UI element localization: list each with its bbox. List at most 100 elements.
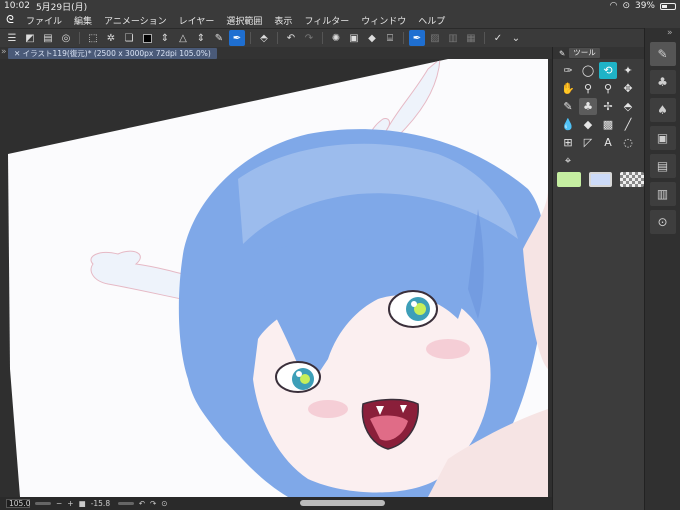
loading-icon[interactable]: ✺: [328, 30, 344, 46]
rotate-right-icon[interactable]: ↷: [150, 499, 156, 508]
menu-layer[interactable]: レイヤー: [173, 14, 221, 27]
sparkle-tool-button[interactable]: ✦: [619, 62, 637, 79]
pen-tool-button[interactable]: ✑: [559, 62, 577, 79]
gradient-tool-button[interactable]: ▩: [599, 116, 617, 133]
rotate-left-icon[interactable]: ↶: [139, 499, 145, 508]
status-bar: 10:02 5月29日(月) ◠ ⊙ 39%: [0, 0, 680, 13]
balloon-tool-button[interactable]: ◌: [619, 134, 637, 151]
app-window: 10:02 5月29日(月) ◠ ⊙ 39% ᘓ ファイル 編集 アニメーション…: [0, 0, 680, 510]
zoom-value[interactable]: 105.0: [6, 499, 30, 508]
chevron-right-icon[interactable]: »: [667, 28, 673, 38]
dock-brush-size-icon[interactable]: ♣: [649, 70, 676, 94]
companion-icon[interactable]: ◎: [58, 30, 74, 46]
status-date: 5月29日(月): [35, 2, 88, 13]
pen-quick-icon[interactable]: ✒: [409, 30, 425, 46]
canvas-status-bar: 105.0 − + ■ -15.8 ↶ ↷ ⊙: [0, 497, 552, 510]
eyedropper-tool-button[interactable]: ✎: [559, 98, 577, 115]
rotation-slider[interactable]: [117, 502, 134, 505]
horizontal-scrollbar[interactable]: [300, 500, 385, 506]
status-indicators: ◠ ⊙ 39%: [610, 1, 676, 11]
stepper-icon[interactable]: ⇕: [157, 30, 173, 46]
new-layer-icon[interactable]: ❏: [121, 30, 137, 46]
magic-wand-tool-button[interactable]: ⚲: [579, 80, 597, 97]
stepper-icon-2[interactable]: ⇕: [193, 30, 209, 46]
dock-layer-icon[interactable]: ▤: [649, 154, 676, 178]
layer-option-icon[interactable]: ▨: [427, 30, 443, 46]
triangle-ruler-icon[interactable]: △: [175, 30, 191, 46]
canvas-area[interactable]: [0, 59, 552, 497]
menu-selection[interactable]: 選択範囲: [220, 14, 268, 27]
auto-select-tool-button[interactable]: ⟲: [599, 62, 617, 79]
document-tab[interactable]: ✕ イラスト119(復元)* (2500 x 3000px 72dpi 105.…: [8, 48, 217, 59]
zoom-in-icon[interactable]: +: [67, 499, 73, 508]
sub-color-swatch[interactable]: [588, 172, 613, 187]
eraser-tool-button[interactable]: ⬘: [619, 98, 637, 115]
clip-icon[interactable]: ▥: [445, 30, 461, 46]
transform-icon[interactable]: ⌸: [382, 30, 398, 46]
battery-icon: [660, 2, 676, 10]
zoom-out-icon[interactable]: −: [56, 499, 62, 508]
text-tool-button[interactable]: A: [599, 134, 617, 151]
chevron-down-icon[interactable]: ⌄: [508, 30, 524, 46]
auto-action-icon[interactable]: ✲: [103, 30, 119, 46]
pen-tool-icon[interactable]: ✒: [229, 30, 245, 46]
right-dock: » ✎ ♣ ♠ ▣ ▤ ▥ ⊙: [644, 28, 680, 510]
dock-color-icon[interactable]: ♠: [649, 98, 676, 122]
lasso-tool-button[interactable]: ◯: [579, 62, 597, 79]
fill-tool-button[interactable]: ◆: [579, 116, 597, 133]
zoom-slider[interactable]: [35, 502, 51, 505]
menu-bar: ᘓ ファイル 編集 アニメーション レイヤー 選択範囲 表示 フィルター ウィン…: [0, 12, 680, 28]
hand-tool-button[interactable]: ✋: [559, 80, 577, 97]
dock-layer-property-icon[interactable]: ▣: [649, 126, 676, 150]
color-swatch-icon[interactable]: [139, 30, 155, 46]
layer-icon[interactable]: ▣: [346, 30, 362, 46]
menu-window[interactable]: ウィンドウ: [355, 14, 412, 27]
chevron-right-icon[interactable]: »: [1, 47, 7, 57]
rotation-angle-value[interactable]: -15.8: [91, 499, 113, 508]
hamburger-menu-icon[interactable]: ☰: [4, 30, 20, 46]
rotation-lock-icon: ⊙: [622, 1, 630, 11]
menu-help[interactable]: ヘルプ: [412, 14, 451, 27]
wifi-icon: ◠: [609, 1, 618, 11]
menu-filter[interactable]: フィルター: [298, 14, 355, 27]
reference-icon[interactable]: ▦: [463, 30, 479, 46]
battery-fill: [662, 4, 667, 8]
app-logo-icon[interactable]: ᘓ: [0, 13, 20, 27]
canvas-rotate-icon[interactable]: ◩: [22, 30, 38, 46]
menu-file[interactable]: ファイル: [20, 14, 68, 27]
move-tool-button[interactable]: ✥: [619, 80, 637, 97]
rotate-reset-icon[interactable]: ■: [79, 499, 86, 508]
line-tool-button[interactable]: ╱: [619, 116, 637, 133]
menu-view[interactable]: 表示: [268, 14, 298, 27]
brush-icon: ✎: [559, 48, 566, 58]
frame-tool-button[interactable]: ⊞: [559, 134, 577, 151]
dock-tool-property-icon[interactable]: ✎: [649, 42, 676, 66]
tool-panel: ✎ ツール ✑ ◯ ⟲ ✦ ✋ ⚲ ⚲ ✥ ✎ ♣ ✢ ⬘ 💧 ◆ ▩ ╱ ⊞ …: [552, 47, 644, 510]
toolbar-divider: [277, 32, 278, 44]
blend-tool-button[interactable]: 💧: [559, 116, 577, 133]
decoration-tool-button[interactable]: ✢: [599, 98, 617, 115]
main-color-swatch[interactable]: [557, 172, 581, 187]
redo-icon[interactable]: ↷: [301, 30, 317, 46]
color-swatches: [553, 169, 644, 187]
eyedropper-icon[interactable]: ✎: [211, 30, 227, 46]
tool-panel-title[interactable]: ツール: [569, 48, 600, 58]
correction-tool-button[interactable]: ⌖: [559, 152, 577, 169]
brush-tool-button[interactable]: ♣: [579, 98, 597, 115]
ruler-tool-button[interactable]: ◸: [579, 134, 597, 151]
checkmark-icon[interactable]: ✓: [490, 30, 506, 46]
fill-icon[interactable]: ◆: [364, 30, 380, 46]
selection-icon[interactable]: ⬚: [85, 30, 101, 46]
menu-edit[interactable]: 編集: [68, 14, 98, 27]
zoom-tool-button[interactable]: ⚲: [599, 80, 617, 97]
menu-animation[interactable]: アニメーション: [98, 14, 173, 27]
dock-material-icon[interactable]: ▥: [649, 182, 676, 206]
eraser-icon[interactable]: ⬘: [256, 30, 272, 46]
current-color-swatch: [142, 33, 152, 43]
rotate-reset-circle-icon[interactable]: ⊙: [161, 499, 167, 508]
undo-icon[interactable]: ↶: [283, 30, 299, 46]
transparent-color-swatch[interactable]: [620, 172, 644, 187]
save-icon[interactable]: ▤: [40, 30, 56, 46]
drawing-canvas[interactable]: [8, 59, 548, 497]
dock-search-icon[interactable]: ⊙: [649, 210, 676, 234]
